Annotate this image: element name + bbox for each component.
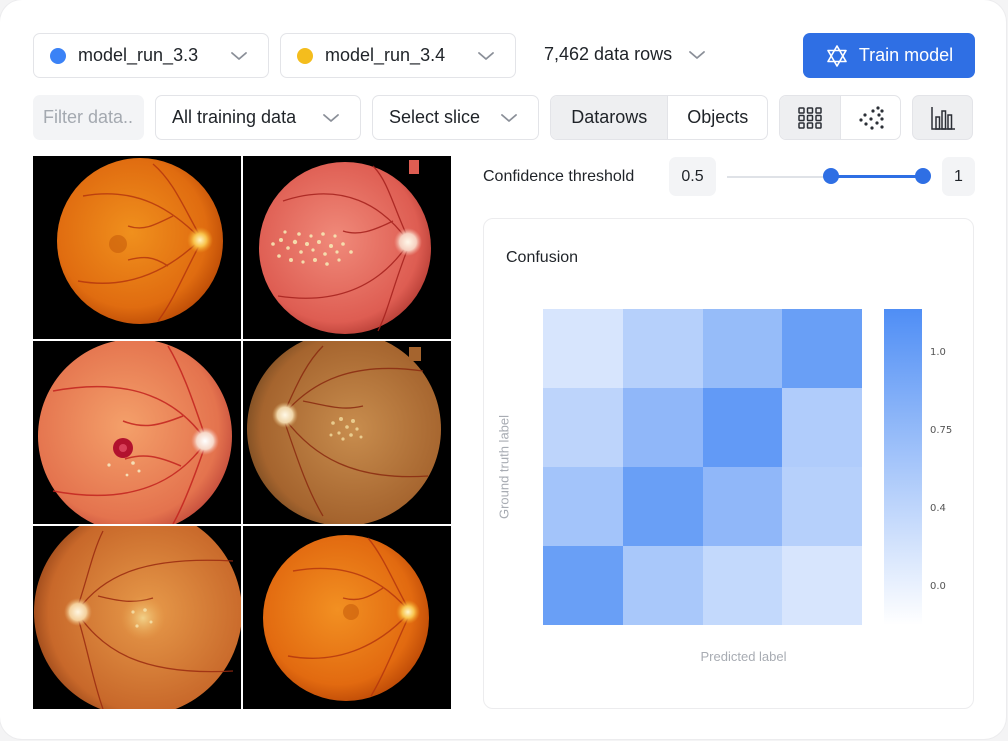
gallery-image[interactable] (33, 526, 241, 709)
train-model-button[interactable]: Train model (803, 33, 975, 78)
heatmap-cell-1-0[interactable] (543, 388, 623, 467)
heatmap-cell-2-0[interactable] (543, 467, 623, 546)
gallery-image[interactable] (243, 341, 451, 524)
grid-view-icon (798, 106, 822, 129)
gallery-image[interactable] (33, 341, 241, 524)
slice-label: Select slice (389, 107, 481, 127)
colorbar-tick-label: 1.0 (930, 347, 946, 358)
data-rows-dropdown[interactable]: 7,462 data rows (544, 44, 706, 65)
view-mode-toggle (779, 95, 901, 140)
heatmap-cell-3-2[interactable] (702, 546, 783, 625)
heatmap-cell-0-3[interactable] (782, 309, 862, 388)
heatmap-cell-0-2[interactable] (702, 309, 783, 388)
train-model-icon (827, 44, 847, 67)
gallery-image[interactable] (243, 526, 451, 709)
heatmap-cell-2-2[interactable] (702, 467, 783, 546)
confidence-slider-range (831, 175, 923, 178)
heatmap-cell-2-1[interactable] (622, 467, 703, 546)
model-run-b-select[interactable]: model_run_3.4 (280, 33, 516, 78)
retina-image (259, 160, 431, 334)
model-run-a-label: model_run_3.3 (78, 45, 199, 65)
chevron-down-icon (323, 113, 339, 122)
retina-image (263, 535, 429, 701)
bar-chart-icon (930, 106, 955, 130)
confusion-heatmap (543, 309, 862, 625)
colorbar-tick-label: 0.4 (930, 503, 946, 514)
colorbar-tick-label: 0.0 (930, 581, 946, 592)
image-gallery (33, 156, 451, 709)
chevron-down-icon (501, 113, 517, 122)
heatmap-cell-1-2[interactable] (702, 388, 783, 467)
tab-datarows[interactable]: Datarows (551, 96, 668, 139)
heatmap-cell-1-1[interactable] (622, 388, 703, 467)
scatter-view-button[interactable] (840, 96, 900, 139)
chevron-down-icon (231, 51, 247, 60)
datarows-objects-toggle: Datarows Objects (550, 95, 768, 140)
confidence-slider-low-handle[interactable] (823, 168, 839, 184)
data-rows-count: 7,462 data rows (544, 44, 673, 64)
y-axis-label: Ground truth label (496, 414, 512, 520)
app-card: model_run_3.3 model_run_3.4 7,462 data r… (0, 0, 1006, 739)
gallery-image[interactable] (33, 156, 241, 339)
run-a-color-dot (50, 47, 66, 64)
heatmap-cell-3-0[interactable] (543, 546, 623, 625)
confidence-threshold-label: Confidence threshold (483, 168, 635, 185)
gallery-image[interactable] (243, 156, 451, 339)
colorbar (884, 309, 922, 625)
colorbar-tick-label: 0.75 (930, 425, 953, 436)
confidence-min-value[interactable]: 0.5 (669, 157, 716, 196)
chevron-down-icon (478, 51, 494, 60)
data-scope-select[interactable]: All training data (155, 95, 361, 140)
tab-objects[interactable]: Objects (667, 96, 767, 139)
train-model-label: Train model (858, 45, 954, 65)
heatmap-cell-1-3[interactable] (782, 388, 862, 467)
retina-image (247, 341, 441, 524)
chevron-down-icon (689, 50, 705, 59)
data-scope-label: All training data (172, 107, 297, 127)
heatmap-cell-0-0[interactable] (543, 309, 623, 388)
confidence-slider-high-handle[interactable] (915, 168, 931, 184)
model-run-b-label: model_run_3.4 (325, 45, 446, 65)
chart-title: Confusion (506, 249, 579, 266)
retina-image (34, 526, 241, 709)
confusion-matrix-panel: Confusion 1.0 0.75 0.4 0.0 Predicted label … (483, 218, 974, 709)
x-axis-label: Predicted label (700, 649, 787, 664)
heatmap-cell-3-1[interactable] (622, 546, 703, 625)
heatmap-cell-3-3[interactable] (782, 546, 862, 625)
retina-image (57, 158, 223, 324)
model-run-a-select[interactable]: model_run_3.3 (33, 33, 269, 78)
retina-image (38, 341, 232, 524)
heatmap-cell-0-1[interactable] (622, 309, 703, 388)
scatter-view-icon (859, 105, 884, 130)
slice-select[interactable]: Select slice (372, 95, 539, 140)
grid-view-button[interactable] (780, 96, 841, 139)
chart-view-button[interactable] (912, 95, 973, 140)
run-b-color-dot (297, 47, 313, 64)
confidence-max-value[interactable]: 1 (942, 157, 975, 196)
filter-data-input[interactable] (33, 95, 144, 140)
heatmap-cell-2-3[interactable] (782, 467, 862, 546)
